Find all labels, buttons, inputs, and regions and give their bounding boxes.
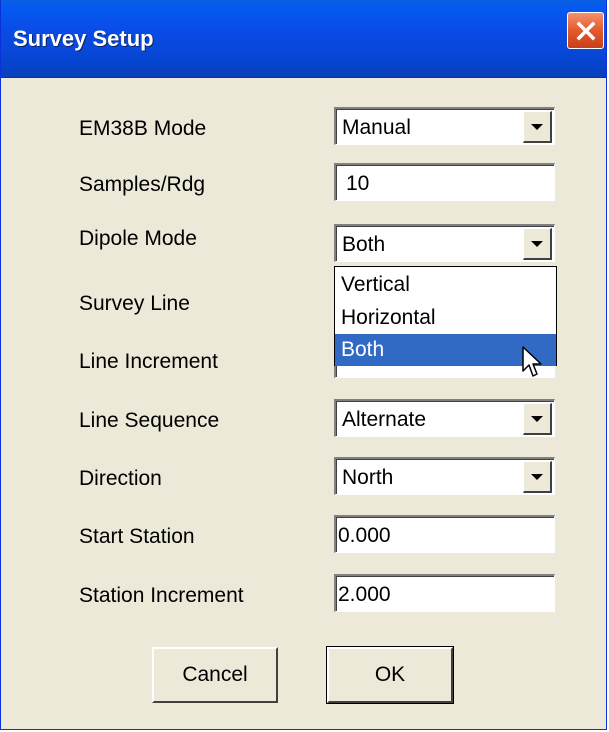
dipole-mode-dropdown-button[interactable]	[523, 228, 552, 260]
line-increment-label: Line Increment	[79, 350, 218, 373]
chevron-down-icon	[531, 473, 543, 480]
dipole-mode-label: Dipole Mode	[79, 227, 197, 250]
station-increment-label: Station Increment	[79, 584, 244, 607]
chevron-down-icon	[531, 415, 543, 422]
dipole-mode-value: Both	[342, 233, 386, 256]
direction-dropdown-button[interactable]	[523, 461, 552, 493]
line-sequence-select[interactable]: Alternate	[334, 399, 555, 437]
samples-rdg-input[interactable]: 10	[334, 163, 555, 201]
start-station-value: 0.000	[338, 524, 391, 547]
em38b-mode-value: Manual	[342, 116, 411, 139]
window-title: Survey Setup	[13, 26, 154, 51]
samples-rdg-label: Samples/Rdg	[79, 173, 206, 196]
title-bar[interactable]: Survey Setup	[1, 0, 606, 78]
chevron-down-icon	[531, 240, 543, 247]
direction-value: North	[342, 466, 394, 489]
option-vertical[interactable]: Vertical	[335, 269, 556, 301]
dipole-mode-select[interactable]: Both	[334, 224, 555, 262]
cancel-button[interactable]: Cancel	[152, 647, 278, 703]
ok-button[interactable]: OK	[326, 646, 454, 704]
mouse-pointer-icon	[522, 346, 542, 377]
direction-label: Direction	[79, 467, 162, 490]
line-sequence-label: Line Sequence	[79, 409, 220, 432]
close-button[interactable]	[567, 12, 604, 49]
start-station-input[interactable]: 0.000	[334, 515, 555, 553]
chevron-down-icon	[531, 123, 543, 130]
option-horizontal[interactable]: Horizontal	[335, 302, 556, 334]
start-station-label: Start Station	[79, 525, 195, 548]
em38b-mode-select[interactable]: Manual	[334, 107, 555, 145]
em38b-mode-dropdown-button[interactable]	[523, 111, 552, 143]
line-sequence-value: Alternate	[342, 408, 427, 431]
samples-rdg-value: 10	[346, 172, 370, 195]
station-increment-value: 2.000	[338, 583, 391, 606]
line-sequence-dropdown-button[interactable]	[523, 403, 552, 435]
close-icon	[576, 21, 595, 40]
em38b-mode-label: EM38B Mode	[79, 117, 207, 140]
direction-select[interactable]: North	[334, 457, 555, 495]
survey-setup-dialog: Survey Setup EM38B Mode Manual Samples/R…	[0, 0, 607, 730]
survey-line-label: Survey Line	[79, 292, 190, 315]
station-increment-input[interactable]: 2.000	[334, 574, 555, 612]
